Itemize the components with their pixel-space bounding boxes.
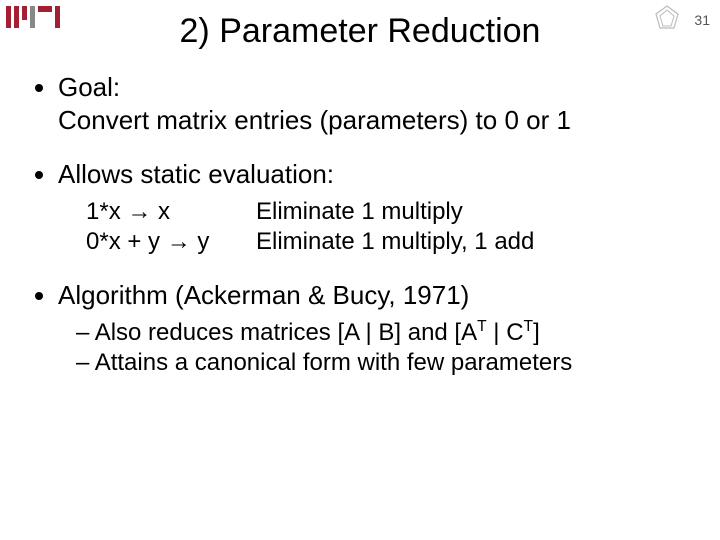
sup-t-2: T	[524, 318, 534, 335]
sub1-post: ]	[533, 319, 540, 346]
ex1-rhs: Eliminate 1 multiply	[256, 197, 463, 227]
sup-t-1: T	[477, 318, 487, 335]
bullet-goal: Goal: Convert matrix entries (parameters…	[58, 71, 690, 136]
slide-title: 2) Parameter Reduction	[0, 0, 720, 51]
page-number: 31	[694, 12, 710, 28]
sub-bullet-canonical: Attains a canonical form with few parame…	[76, 348, 690, 378]
sub1-pre: Also reduces matrices [A | B] and [A	[95, 319, 477, 346]
bullet-algorithm: Algorithm (Ackerman & Bucy, 1971) Also r…	[58, 279, 690, 379]
static-eval-text: Allows static evaluation:	[58, 159, 334, 189]
bullet-static-eval: Allows static evaluation: 1*x → x Elimin…	[58, 158, 690, 257]
sub1-mid: | C	[487, 319, 524, 346]
ex1-lhs: 1*x → x	[86, 197, 256, 227]
goal-label: Goal:	[58, 72, 120, 102]
csail-logo-icon	[652, 4, 682, 32]
ex2-lhs: 0*x + y → y	[86, 227, 256, 257]
sub-bullet-reduces: Also reduces matrices [A | B] and [AT | …	[76, 317, 690, 348]
example-table: 1*x → x Eliminate 1 multiply 0*x + y → y…	[86, 197, 690, 257]
slide-body: Goal: Convert matrix entries (parameters…	[0, 51, 720, 378]
algo-text: Algorithm (Ackerman & Bucy, 1971)	[58, 280, 469, 310]
mit-logo-icon	[6, 6, 60, 28]
ex2-rhs: Eliminate 1 multiply, 1 add	[256, 227, 534, 257]
goal-text: Convert matrix entries (parameters) to 0…	[58, 105, 571, 135]
